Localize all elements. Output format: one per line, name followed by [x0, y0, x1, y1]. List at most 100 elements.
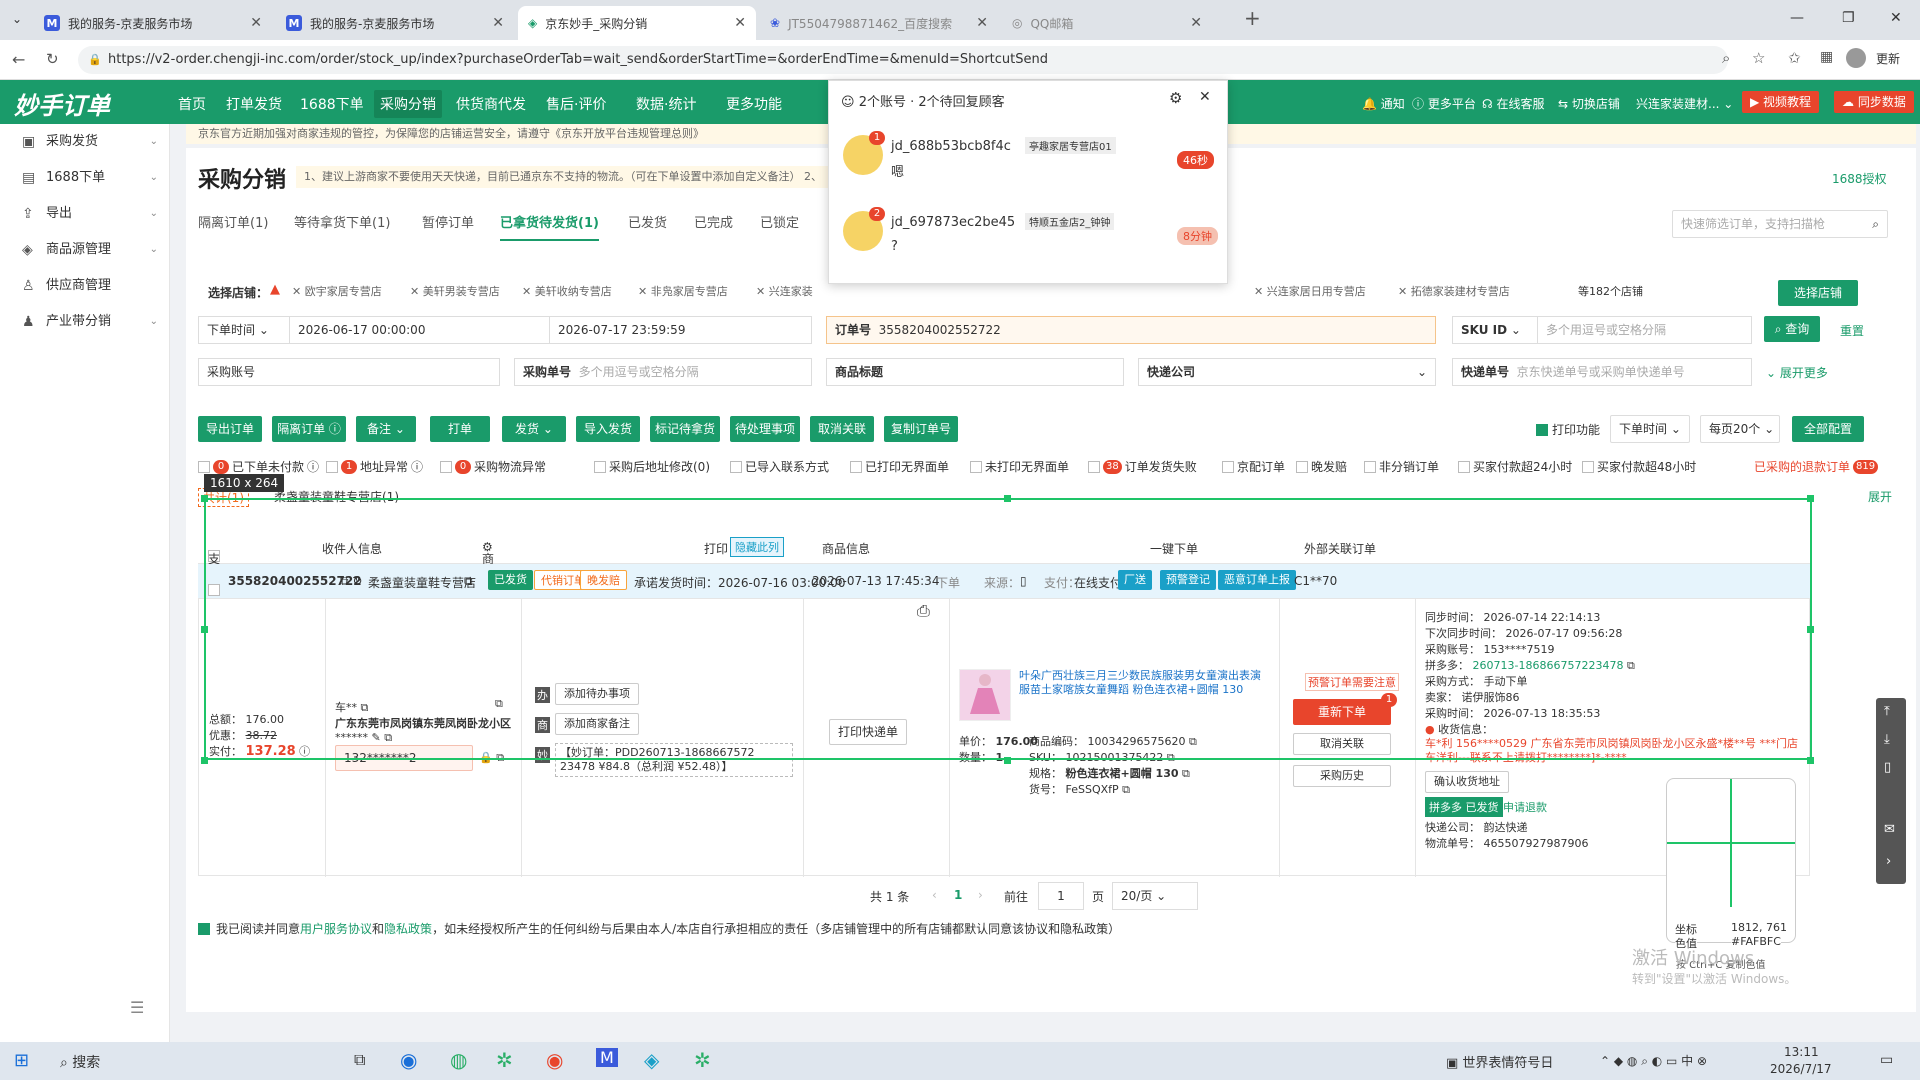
import-ship-button[interactable]: 导入发货: [576, 416, 640, 442]
wechat-icon[interactable]: ◍: [450, 1048, 467, 1072]
app-logo[interactable]: 妙手订单: [14, 86, 110, 121]
tab-paused[interactable]: 暂停订单: [422, 212, 474, 231]
auth-1688-link[interactable]: 1688授权: [1832, 170, 1887, 187]
shop-chip[interactable]: ✕ 美轩收纳专营店: [522, 282, 612, 302]
nav-print-ship[interactable]: 打单发货: [226, 94, 282, 114]
goods-title-field[interactable]: 商品标题: [826, 358, 1124, 386]
print-order-button[interactable]: 打单: [430, 416, 490, 442]
select-shop-button[interactable]: 选择店铺: [1778, 280, 1858, 306]
account-menu[interactable]: 兴连家装建材... ⌄: [1636, 95, 1733, 112]
windows-start-icon[interactable]: ⊞: [14, 1050, 29, 1071]
close-icon[interactable]: ✕: [734, 15, 746, 31]
chat-app-icon[interactable]: ◈: [644, 1048, 659, 1072]
browser-tab-5[interactable]: ◎ QQ邮箱 ✕: [1002, 6, 1212, 40]
filter-48h[interactable]: 买家付款超48小时: [1582, 458, 1696, 475]
filter-jd-delivery[interactable]: 京配订单: [1222, 458, 1285, 475]
filter-unprinted[interactable]: 未打印无界面单: [970, 458, 1069, 475]
time-type-select[interactable]: 下单时间 ⌄: [198, 316, 290, 344]
sync-data-button[interactable]: ☁ 同步数据: [1834, 91, 1914, 113]
window-close-icon[interactable]: ✕: [1890, 10, 1902, 26]
sidebar-item-purchase-ship[interactable]: ▣ 采购发货 ⌄: [0, 124, 170, 160]
star-icon[interactable]: ☆: [1752, 49, 1765, 67]
selection-handle[interactable]: [1004, 495, 1011, 502]
checkbox[interactable]: [970, 460, 982, 473]
browser-tab-4[interactable]: ❀ JT5504798871462_百度搜索 ✕: [760, 6, 998, 40]
checkbox[interactable]: [1088, 460, 1100, 473]
back-icon[interactable]: ←: [12, 50, 25, 69]
nav-purchase[interactable]: 采购分销: [374, 90, 442, 118]
next-page-icon[interactable]: ›: [978, 888, 983, 902]
tab-shipped[interactable]: 已发货: [628, 212, 667, 231]
phone-icon[interactable]: ▯: [1884, 760, 1891, 775]
sidebar-item-industry[interactable]: ♟ 产业带分销 ⌄: [0, 304, 170, 340]
shop-chip[interactable]: ✕ 欧宇家居专营店: [292, 282, 382, 302]
all-config-button[interactable]: 全部配置: [1792, 416, 1864, 442]
settings-icon[interactable]: ⚙: [1169, 89, 1182, 107]
shop-chip[interactable]: ✕ 兴连家装: [756, 282, 813, 302]
start-time-field[interactable]: 2026-06-17 00:00:00: [290, 316, 550, 344]
checkbox[interactable]: [440, 460, 452, 473]
profile-avatar[interactable]: [1846, 48, 1866, 68]
filter-ship-failed[interactable]: 38 订单发货失败: [1088, 458, 1197, 475]
selection-handle[interactable]: [1807, 757, 1814, 764]
checkbox[interactable]: [1458, 460, 1470, 473]
sidebar-item-export[interactable]: ⇪ 导出 ⌄: [0, 196, 170, 232]
filter-unpaid[interactable]: 0 已下单未付款 ⓘ: [198, 458, 319, 475]
reload-icon[interactable]: ↻: [46, 50, 59, 68]
expand-more-link[interactable]: ⌄ 展开更多: [1766, 364, 1828, 381]
tab-isolated[interactable]: 隔离订单(1): [198, 212, 268, 231]
nav-1688[interactable]: 1688下单: [300, 94, 364, 114]
tab-wait-order[interactable]: 等待拿货下单(1): [294, 212, 390, 231]
m-app-icon[interactable]: M: [596, 1048, 618, 1067]
isolate-order-button[interactable]: 隔离订单 ⓘ: [272, 416, 346, 442]
expand-link[interactable]: 展开: [1868, 488, 1892, 505]
selection-handle[interactable]: [201, 626, 208, 633]
zoom-icon[interactable]: ⌕: [1722, 49, 1730, 67]
browser-tab-3[interactable]: ◈ 京东妙手_采购分销 ✕: [518, 6, 756, 40]
express-select[interactable]: 快递公司 ⌄: [1138, 358, 1436, 386]
prev-page-icon[interactable]: ‹: [932, 888, 937, 902]
query-button[interactable]: ⌕ 查询: [1764, 316, 1820, 342]
sku-input[interactable]: 多个用逗号或空格分隔: [1538, 316, 1752, 344]
filter-address-error[interactable]: 1 地址异常 ⓘ: [326, 458, 423, 475]
selection-handle[interactable]: [1004, 757, 1011, 764]
filter-non-dist[interactable]: 非分销订单: [1364, 458, 1439, 475]
checkbox[interactable]: [1364, 460, 1376, 473]
quick-search-input[interactable]: 快速筛选订单，支持扫描枪 ⌕: [1672, 210, 1888, 238]
cancel-link-button[interactable]: 取消关联: [810, 416, 874, 442]
notification-icon[interactable]: ▭: [1880, 1052, 1893, 1068]
chevron-right-icon[interactable]: ›: [1886, 854, 1891, 869]
mail-icon[interactable]: ✉: [1884, 822, 1895, 837]
checkbox[interactable]: [1222, 460, 1234, 473]
page-size-select[interactable]: 每页20个 ⌄: [1700, 415, 1780, 443]
pending-items-button[interactable]: 待处理事项: [730, 416, 800, 442]
goto-page-input[interactable]: 1: [1038, 882, 1084, 910]
print-function-toggle[interactable]: 打印功能: [1536, 421, 1600, 438]
browser-tab-1[interactable]: M 我的服务-京麦服务市场 ✕: [34, 6, 272, 40]
sidebar-item-supplier[interactable]: ♙ 供应商管理: [0, 268, 170, 304]
shop-chip[interactable]: ✕ 拓德家装建材专营店: [1398, 282, 1510, 302]
close-icon[interactable]: ✕: [250, 15, 262, 31]
selection-handle[interactable]: [1807, 626, 1814, 633]
chat-user-name[interactable]: jd_688b53bcb8f4c: [891, 139, 1011, 154]
tab-locked[interactable]: 已锁定: [760, 212, 799, 231]
copy-order-no-button[interactable]: 复制订单号: [884, 416, 958, 442]
sku-type-select[interactable]: SKU ID ⌄: [1452, 316, 1538, 344]
notify-link[interactable]: 🔔 通知: [1362, 95, 1405, 112]
minimize-icon[interactable]: —: [1790, 10, 1804, 26]
nav-home[interactable]: 首页: [178, 94, 206, 114]
filter-printed[interactable]: 已打印无界面单: [850, 458, 949, 475]
order-no-field[interactable]: 订单号 3558204002552722: [826, 316, 1436, 344]
confirm-address-button[interactable]: 确认收货地址: [1425, 771, 1509, 793]
top-icon[interactable]: ⤒: [1884, 704, 1890, 719]
switch-shop-link[interactable]: ⇆ 切换店铺: [1558, 95, 1620, 112]
checkbox[interactable]: [1536, 423, 1548, 436]
purchase-history-button[interactable]: 采购历史: [1293, 765, 1391, 787]
checkbox[interactable]: [730, 460, 742, 473]
filter-address-modified[interactable]: 采购后地址修改(0): [594, 458, 710, 475]
nav-supplier[interactable]: 供货商代发: [456, 94, 526, 114]
selection-handle[interactable]: [201, 757, 208, 764]
filter-late-comp[interactable]: 晚发赔: [1296, 458, 1347, 475]
service-link[interactable]: ☊ 在线客服: [1482, 95, 1545, 112]
app-icon[interactable]: ✲: [496, 1048, 513, 1072]
